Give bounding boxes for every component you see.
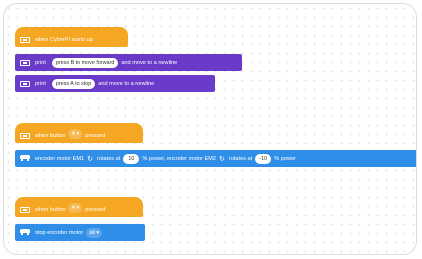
cyberpi-icon: [20, 37, 30, 43]
print-text-input[interactable]: press A to stop: [51, 78, 96, 89]
power1-input[interactable]: 10: [123, 153, 140, 164]
motor1-label: encoder motor EM1: [35, 155, 85, 162]
encoder-motor-rotate-block[interactable]: encoder motor EM1 ↻ rotates at 10 % powe…: [15, 150, 416, 167]
motor-target-dropdown[interactable]: all ▾: [86, 227, 103, 238]
when-cyberpi-starts-block[interactable]: when CyberPi starts up: [15, 27, 128, 47]
cyberpi-icon: [20, 207, 30, 213]
when-button-pressed-block-2[interactable]: when button A ▾ pressed: [15, 197, 143, 217]
rotates-at-label: rotates at: [97, 155, 121, 162]
stop-label: stop encoder motor: [35, 229, 84, 236]
hat-label: when CyberPi starts up: [35, 37, 93, 43]
print-block-1[interactable]: print press B to move forward and move t…: [15, 54, 242, 71]
power2-input[interactable]: -10: [255, 153, 272, 164]
cyberpi-icon: [20, 80, 30, 87]
code-canvas[interactable]: when CyberPi starts up print press B to …: [3, 3, 417, 255]
hat-suffix: pressed: [85, 133, 106, 139]
mid-label: % power, encoder motor EM2: [142, 155, 217, 162]
button-dropdown[interactable]: A ▾: [68, 129, 83, 139]
button-dropdown[interactable]: A ▾: [68, 203, 83, 213]
print-label: print: [35, 80, 46, 87]
power-suffix: % power: [274, 155, 296, 162]
rotate-icon: ↻: [87, 155, 93, 163]
hat-prefix: when button: [35, 207, 66, 213]
encoder-motor-icon: [20, 229, 30, 236]
print-label: print: [35, 59, 46, 66]
print-block-2[interactable]: print press A to stop and move to a newl…: [15, 75, 215, 92]
cyberpi-icon: [20, 59, 30, 66]
hat-prefix: when button: [35, 133, 66, 139]
encoder-motor-icon: [20, 155, 30, 162]
rotates-at-label-2: rotates at: [228, 155, 253, 162]
cyberpi-icon: [20, 133, 30, 139]
rotate-icon: ↻: [219, 155, 225, 163]
stop-encoder-motor-block[interactable]: stop encoder motor all ▾: [15, 224, 145, 241]
newline-label: and move to a newline: [98, 80, 155, 87]
newline-label: and move to a newline: [121, 59, 178, 66]
when-button-pressed-block[interactable]: when button A ▾ pressed: [15, 123, 143, 143]
hat-suffix: pressed: [85, 207, 106, 213]
print-text-input[interactable]: press B to move forward: [51, 57, 119, 68]
